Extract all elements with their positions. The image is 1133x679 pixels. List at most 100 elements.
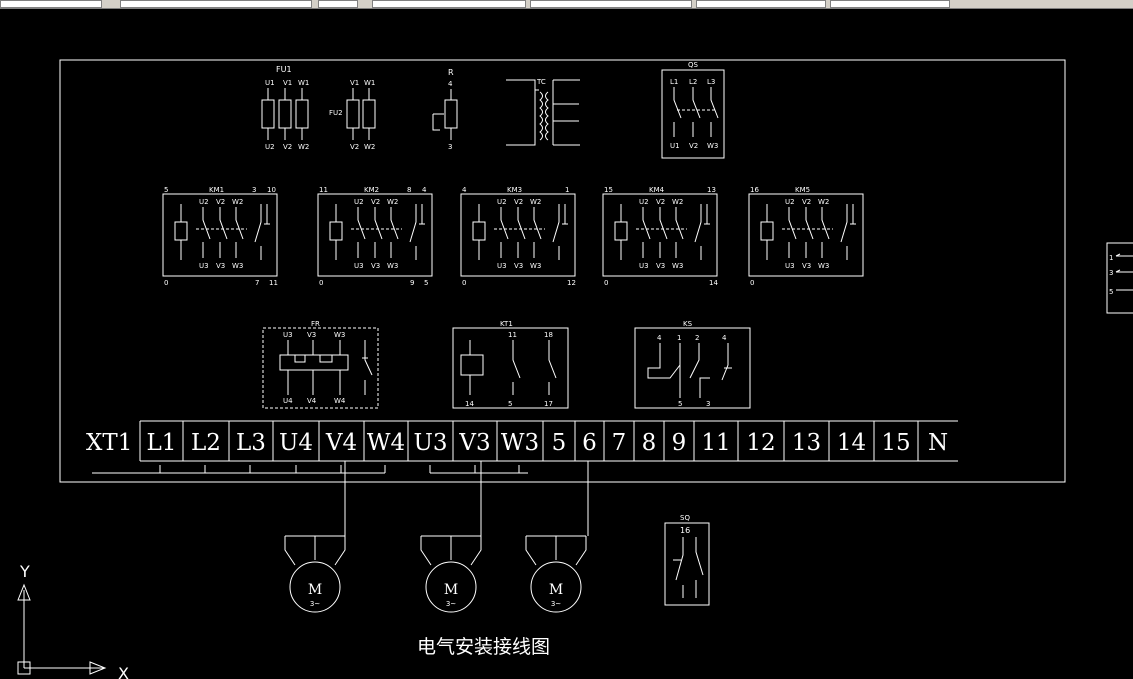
toolbar-field-6[interactable] <box>696 0 826 8</box>
ucs-icon: Y X <box>17 562 129 679</box>
contactor-2[interactable]: 11 KM2 8 4 0 9 5 U2 U3 V2 V3 W2 W3 <box>317 186 433 287</box>
drawing-title: 电气安装接线图 <box>417 636 550 658</box>
terminal-strip-label: XT1 <box>86 430 132 456</box>
fu1-top-1: U1 <box>265 79 275 87</box>
contactor-terminal-br2: 11 <box>269 279 278 287</box>
terminal-8[interactable]: V3 <box>452 421 491 461</box>
qs-top-2: L2 <box>689 78 697 86</box>
qs-top-3: L3 <box>707 78 715 86</box>
contactor-terminal-tr1: 3 <box>252 186 256 194</box>
contactor-bottom-1: U3 <box>785 262 795 270</box>
terminal-3[interactable]: L3 <box>228 421 266 461</box>
relay-kt1[interactable]: KT1 11 18 14 5 17 <box>452 320 569 409</box>
terminal-12[interactable]: 7 <box>603 421 626 461</box>
contactor-bottom-2: V3 <box>514 262 523 270</box>
kt1-top-2: 18 <box>544 331 553 339</box>
contactor-terminal-tr1: 8 <box>407 186 411 194</box>
terminal-label: L1 <box>147 430 177 456</box>
contactor-terminal-bl: 0 <box>462 279 466 287</box>
contactor-bottom-2: V3 <box>371 262 380 270</box>
contactor-label: KM3 <box>507 186 522 194</box>
contactor-label: KM5 <box>795 186 810 194</box>
terminal-11[interactable]: 6 <box>574 421 597 461</box>
transformer-label: TC <box>536 78 546 86</box>
ks-top-1: 4 <box>657 334 662 342</box>
fu1-bottom-1: U2 <box>265 143 275 151</box>
terminal-label: W4 <box>367 430 405 456</box>
terminal-20[interactable]: N <box>917 421 948 461</box>
terminal-label: 5 <box>552 430 567 456</box>
contactor-bottom-2: V3 <box>802 262 811 270</box>
terminal-6[interactable]: W4 <box>363 421 405 461</box>
toolbar-field-3[interactable] <box>318 0 358 8</box>
terminal-16[interactable]: 12 <box>737 421 776 461</box>
terminal-label: U3 <box>413 430 447 456</box>
toolbar-field-2[interactable] <box>120 0 312 8</box>
toolbar-field-1[interactable] <box>0 0 102 8</box>
contactor-terminal-tr2: 10 <box>267 186 276 194</box>
drawing-canvas[interactable]: FU1 U1 V1 W1 U2 V2 W2 FU2 V1 W1 V2 W2 R … <box>0 9 1133 679</box>
contactor-bottom-3: W3 <box>387 262 398 270</box>
motor-3[interactable]: M 3~ <box>525 535 587 613</box>
contactor-label: KM1 <box>209 186 224 194</box>
contactor-terminal-tl: 5 <box>164 186 168 194</box>
terminal-1[interactable]: L1 <box>139 421 177 461</box>
terminal-4[interactable]: U4 <box>272 421 313 461</box>
switch-qs[interactable]: QS L1 L2 L3 U1 V2 W3 <box>661 61 725 159</box>
terminal-label: U4 <box>279 430 313 456</box>
terminal-17[interactable]: 13 <box>783 421 821 461</box>
contactor-terminal-tl: 16 <box>750 186 759 194</box>
terminal-19[interactable]: 15 <box>873 421 911 461</box>
side-block[interactable]: 1 3 5 <box>1106 242 1133 314</box>
motor-1[interactable]: M 3~ <box>284 535 346 613</box>
contactor-5[interactable]: 16 KM5 0 U2 U3 V2 V3 W2 W3 <box>748 186 864 287</box>
contactor-terminal-tl: 15 <box>604 186 613 194</box>
fr-bottom-2: V4 <box>307 397 317 405</box>
contactor-3[interactable]: 4 KM3 1 0 12 U2 U3 V2 V3 W2 W3 <box>460 186 576 287</box>
terminal-14[interactable]: 9 <box>663 421 686 461</box>
terminal-label: N <box>928 430 948 456</box>
contactor-1[interactable]: 5 KM1 3 10 0 7 11 U2 U3 V2 V3 W2 W3 <box>162 186 278 287</box>
terminal-7[interactable]: U3 <box>407 421 448 461</box>
toolbar-field-7[interactable] <box>830 0 950 8</box>
contactor-bottom-1: U3 <box>354 262 364 270</box>
relay-fr[interactable]: FR U3 V3 W3 U4 V4 W4 <box>262 320 379 409</box>
contactor-terminal-tr2: 13 <box>707 186 716 194</box>
contactor-top-3: W2 <box>387 198 398 206</box>
contactor-top-3: W2 <box>672 198 683 206</box>
fu1-bottom-2: V2 <box>283 143 292 151</box>
contactor-4[interactable]: 15 KM4 13 0 14 U2 U3 V2 V3 W2 W3 <box>602 186 718 287</box>
toolbar-field-5[interactable] <box>530 0 692 8</box>
terminal-15[interactable]: 11 <box>693 421 731 461</box>
terminal-18[interactable]: 14 <box>828 421 866 461</box>
contactor-terminal-tl: 11 <box>319 186 328 194</box>
terminal-2[interactable]: L2 <box>182 421 221 461</box>
terminal-13[interactable]: 8 <box>633 421 656 461</box>
contactor-top-2: V2 <box>216 198 225 206</box>
terminal-label: 14 <box>837 430 866 456</box>
contactor-top-1: U2 <box>785 198 795 206</box>
contactor-bottom-3: W3 <box>530 262 541 270</box>
kt1-bottom-3: 17 <box>544 400 553 408</box>
motor-2[interactable]: M 3~ <box>420 535 482 613</box>
terminal-label: L3 <box>236 430 266 456</box>
limit-switch-sq[interactable]: SQ 16 <box>664 514 710 606</box>
fuse-fu2[interactable]: FU2 V1 W1 V2 W2 <box>329 79 376 151</box>
side-block-label-2: 3 <box>1109 269 1113 277</box>
fu1-top-3: W1 <box>298 79 309 87</box>
terminal-5[interactable]: V4 <box>318 421 357 461</box>
ks-label: KS <box>683 320 693 328</box>
fr-label: FR <box>311 320 320 328</box>
motor-phase-label: 3~ <box>310 600 320 608</box>
toolbar-field-4[interactable] <box>372 0 526 8</box>
terminal-strip-xt1[interactable]: XT1 L1 L2 L3 U4 V4 W4 U3 V3 W3 5 6 7 8 9 11 12 13 14 15 N <box>86 420 958 462</box>
fuse-fu1[interactable]: FU1 U1 V1 W1 U2 V2 W2 <box>261 65 309 151</box>
fr-bottom-3: W4 <box>334 397 346 405</box>
resistor-r[interactable]: R 4 3 <box>432 68 458 151</box>
motor-phase-label: 3~ <box>446 600 456 608</box>
relay-ks[interactable]: KS 4 1 2 4 5 3 <box>634 320 751 409</box>
transformer-tc[interactable]: TC <box>506 78 580 146</box>
ucs-y-label: Y <box>19 562 30 581</box>
terminal-9[interactable]: W3 <box>496 421 539 461</box>
terminal-10[interactable]: 5 <box>542 421 567 461</box>
